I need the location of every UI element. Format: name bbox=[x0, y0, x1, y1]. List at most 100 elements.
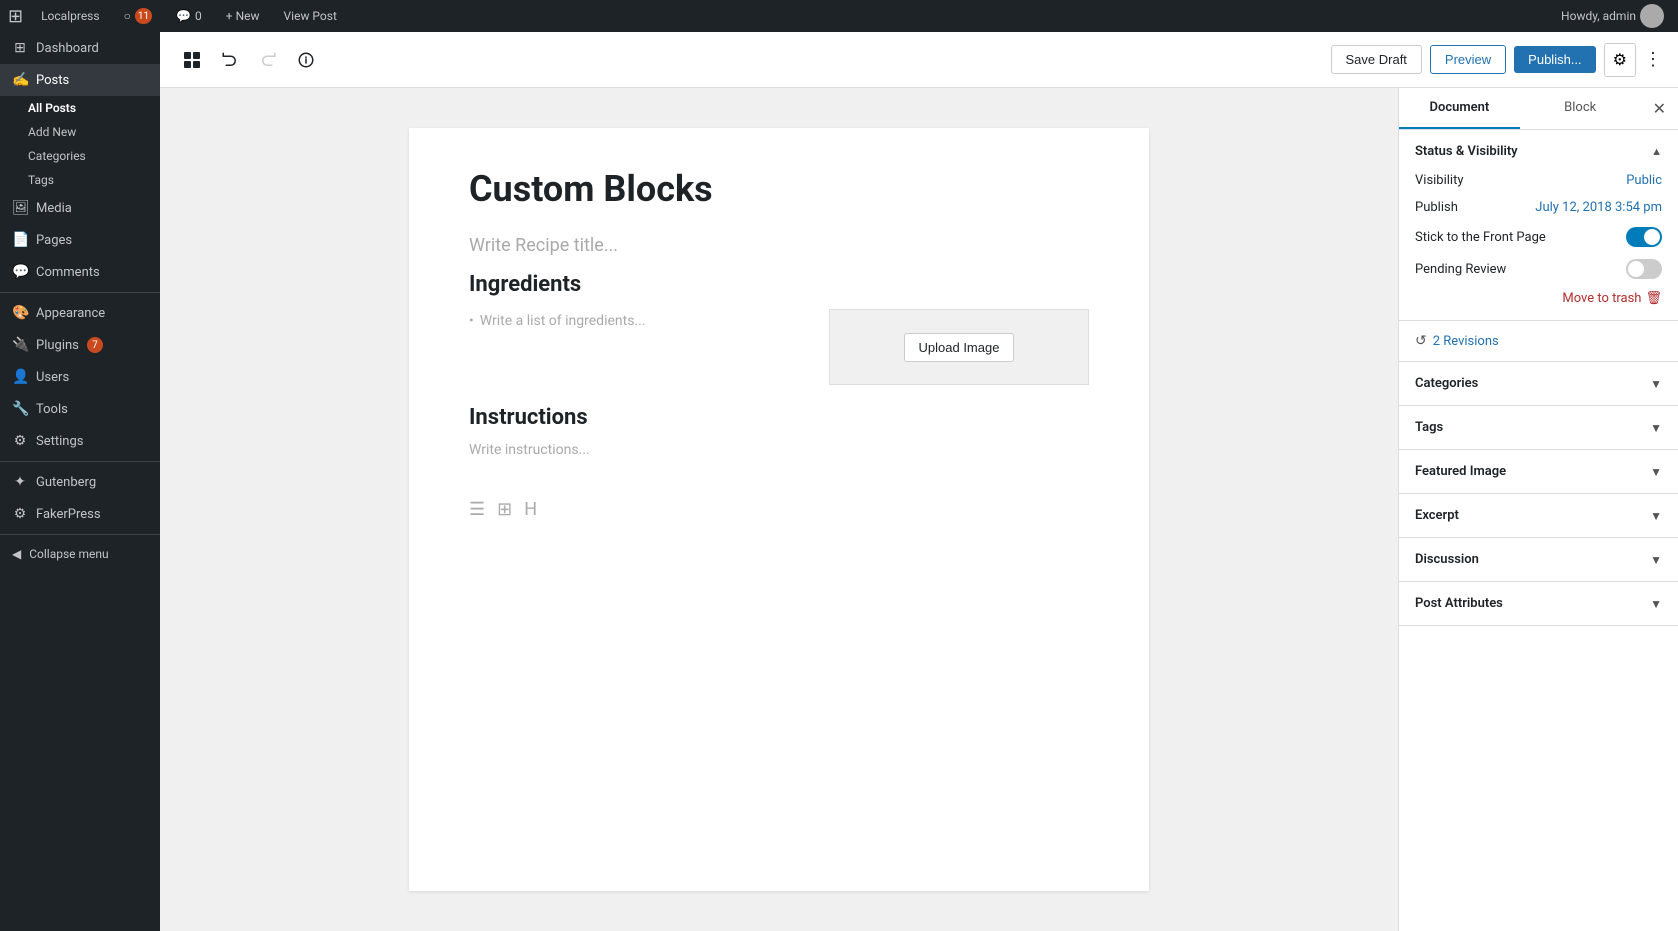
sidebar-item-comments[interactable]: 💬 Comments bbox=[0, 256, 160, 288]
adminbar-new[interactable]: + New bbox=[220, 0, 266, 32]
tools-icon: 🔧 bbox=[12, 401, 28, 417]
comments-nav-icon: 💬 bbox=[12, 264, 28, 280]
tags-header[interactable]: Tags ▼ bbox=[1399, 406, 1678, 450]
sidebar-item-posts[interactable]: ✍ Posts bbox=[0, 64, 160, 96]
undo-icon bbox=[221, 51, 239, 69]
sidebar-subitem-all-posts[interactable]: All Posts bbox=[0, 96, 160, 120]
sidebar-item-users[interactable]: 👤 Users bbox=[0, 361, 160, 393]
sidebar: ⊞ Dashboard ✍ Posts All Posts Add New Ca… bbox=[0, 32, 160, 931]
featured-image-chevron-icon: ▼ bbox=[1650, 465, 1662, 479]
adminbar-view-post[interactable]: View Post bbox=[278, 0, 343, 32]
recipe-title-field[interactable]: Write Recipe title... bbox=[469, 235, 1089, 256]
sidebar-item-appearance[interactable]: 🎨 Appearance bbox=[0, 297, 160, 329]
post-attributes-chevron-icon: ▼ bbox=[1650, 597, 1662, 611]
block-tool-heading-icon[interactable]: H bbox=[524, 499, 537, 520]
sidebar-item-media[interactable]: 🖼 Media bbox=[0, 192, 160, 224]
visibility-value[interactable]: Public bbox=[1626, 173, 1662, 188]
sidebar-item-dashboard[interactable]: ⊞ Dashboard bbox=[0, 32, 160, 64]
pending-review-row: Pending Review bbox=[1415, 259, 1662, 279]
adminbar-site-name[interactable]: Localpress bbox=[35, 0, 105, 32]
adminbar-comments[interactable]: 💬 0 bbox=[170, 0, 208, 32]
tab-document[interactable]: Document bbox=[1399, 88, 1520, 129]
more-options-button[interactable]: ⋮ bbox=[1644, 49, 1662, 70]
stick-to-front-label: Stick to the Front Page bbox=[1415, 230, 1546, 245]
pages-icon: 📄 bbox=[12, 232, 28, 248]
tags-chevron-icon: ▼ bbox=[1650, 421, 1662, 435]
visibility-label: Visibility bbox=[1415, 173, 1464, 188]
status-visibility-header[interactable]: Status & Visibility ▲ bbox=[1399, 130, 1678, 173]
add-block-button[interactable] bbox=[176, 44, 208, 76]
sidebar-item-settings[interactable]: ⚙ Settings bbox=[0, 425, 160, 457]
post-editor: Custom Blocks Write Recipe title... Ingr… bbox=[160, 88, 1398, 931]
publish-row: Publish July 12, 2018 3:54 pm bbox=[1415, 200, 1662, 215]
revisions-icon: ↺ bbox=[1415, 333, 1427, 349]
block-tool-image-icon[interactable]: ⊞ bbox=[497, 499, 512, 520]
ingredients-heading[interactable]: Ingredients bbox=[469, 272, 1089, 297]
publish-value[interactable]: July 12, 2018 3:54 pm bbox=[1535, 200, 1662, 215]
image-upload-area: Upload Image bbox=[829, 309, 1089, 385]
redo-button[interactable] bbox=[252, 44, 284, 76]
post-attributes-header[interactable]: Post Attributes ▼ bbox=[1399, 582, 1678, 626]
panel-close-button[interactable]: ✕ bbox=[1641, 88, 1678, 129]
gutenberg-icon: ✦ bbox=[12, 474, 28, 490]
sidebar-item-tools[interactable]: 🔧 Tools bbox=[0, 393, 160, 425]
publish-button[interactable]: Publish... bbox=[1514, 46, 1595, 73]
admin-bar: ⊞ Localpress ○ 11 💬 0 + New View Post Ho… bbox=[0, 0, 1678, 32]
sidebar-subitem-categories[interactable]: Categories bbox=[0, 144, 160, 168]
undo-button[interactable] bbox=[214, 44, 246, 76]
panel-body: Status & Visibility ▲ Visibility Public … bbox=[1399, 130, 1678, 931]
collapse-menu-button[interactable]: ◀ Collapse menu bbox=[0, 539, 160, 569]
redo-icon bbox=[259, 51, 277, 69]
appearance-icon: 🎨 bbox=[12, 305, 28, 321]
block-toolbar: ☰ ⊞ H bbox=[469, 478, 1089, 520]
settings-icon: ⚙ bbox=[12, 433, 28, 449]
settings-panel-button[interactable]: ⚙ bbox=[1604, 43, 1636, 77]
categories-chevron-icon: ▼ bbox=[1650, 377, 1662, 391]
stick-to-front-toggle[interactable] bbox=[1626, 227, 1662, 247]
info-button[interactable] bbox=[290, 44, 322, 76]
sidebar-item-fakerpress[interactable]: ⚙ FakerPress bbox=[0, 498, 160, 530]
editor-toolbar: Save Draft Preview Publish... ⚙ ⋮ bbox=[160, 32, 1678, 88]
ingredient-item[interactable]: Write a list of ingredients... bbox=[469, 313, 809, 329]
excerpt-header[interactable]: Excerpt ▼ bbox=[1399, 494, 1678, 538]
media-icon: 🖼 bbox=[12, 200, 28, 216]
users-icon: 👤 bbox=[12, 369, 28, 385]
sidebar-item-gutenberg[interactable]: ✦ Gutenberg bbox=[0, 466, 160, 498]
move-to-trash-button[interactable]: Move to trash 🗑 bbox=[1415, 291, 1662, 306]
fakerpress-icon: ⚙ bbox=[12, 506, 28, 522]
pending-review-toggle[interactable] bbox=[1626, 259, 1662, 279]
categories-header[interactable]: Categories ▼ bbox=[1399, 362, 1678, 406]
wp-logo-icon[interactable]: ⊞ bbox=[8, 6, 23, 27]
sidebar-subitem-add-new[interactable]: Add New bbox=[0, 120, 160, 144]
upload-image-button[interactable]: Upload Image bbox=[904, 333, 1015, 362]
revisions-row[interactable]: ↺ 2 Revisions bbox=[1399, 321, 1678, 362]
user-avatar bbox=[1640, 4, 1664, 28]
right-panel: Document Block ✕ Status & Visibility ▲ bbox=[1398, 88, 1678, 931]
info-icon bbox=[297, 51, 315, 69]
ingredients-list: Write a list of ingredients... bbox=[469, 309, 809, 385]
collapse-icon: ◀ bbox=[12, 547, 21, 561]
panel-tabs: Document Block ✕ bbox=[1399, 88, 1678, 130]
updates-icon: ○ bbox=[124, 9, 131, 23]
adminbar-user-greeting[interactable]: Howdy, admin bbox=[1555, 0, 1670, 32]
block-tool-text-icon[interactable]: ☰ bbox=[469, 499, 485, 520]
sidebar-subitem-tags[interactable]: Tags bbox=[0, 168, 160, 192]
status-visibility-content: Visibility Public Publish July 12, 2018 … bbox=[1399, 173, 1678, 320]
featured-image-header[interactable]: Featured Image ▼ bbox=[1399, 450, 1678, 494]
preview-button[interactable]: Preview bbox=[1430, 45, 1506, 74]
sidebar-item-pages[interactable]: 📄 Pages bbox=[0, 224, 160, 256]
discussion-header[interactable]: Discussion ▼ bbox=[1399, 538, 1678, 582]
visibility-row: Visibility Public bbox=[1415, 173, 1662, 188]
adminbar-updates[interactable]: ○ 11 bbox=[118, 0, 159, 32]
instructions-field[interactable]: Write instructions... bbox=[469, 442, 1089, 458]
dashboard-icon: ⊞ bbox=[12, 40, 28, 56]
sidebar-item-plugins[interactable]: 🔌 Plugins 7 bbox=[0, 329, 160, 361]
instructions-heading[interactable]: Instructions bbox=[469, 405, 1089, 430]
status-collapse-icon: ▲ bbox=[1651, 145, 1662, 158]
save-draft-button[interactable]: Save Draft bbox=[1331, 45, 1422, 74]
plugins-icon: 🔌 bbox=[12, 337, 28, 353]
pending-review-label: Pending Review bbox=[1415, 262, 1506, 277]
post-title[interactable]: Custom Blocks bbox=[469, 168, 1089, 211]
tab-block[interactable]: Block bbox=[1520, 88, 1641, 129]
post-body: Custom Blocks Write Recipe title... Ingr… bbox=[409, 128, 1149, 891]
